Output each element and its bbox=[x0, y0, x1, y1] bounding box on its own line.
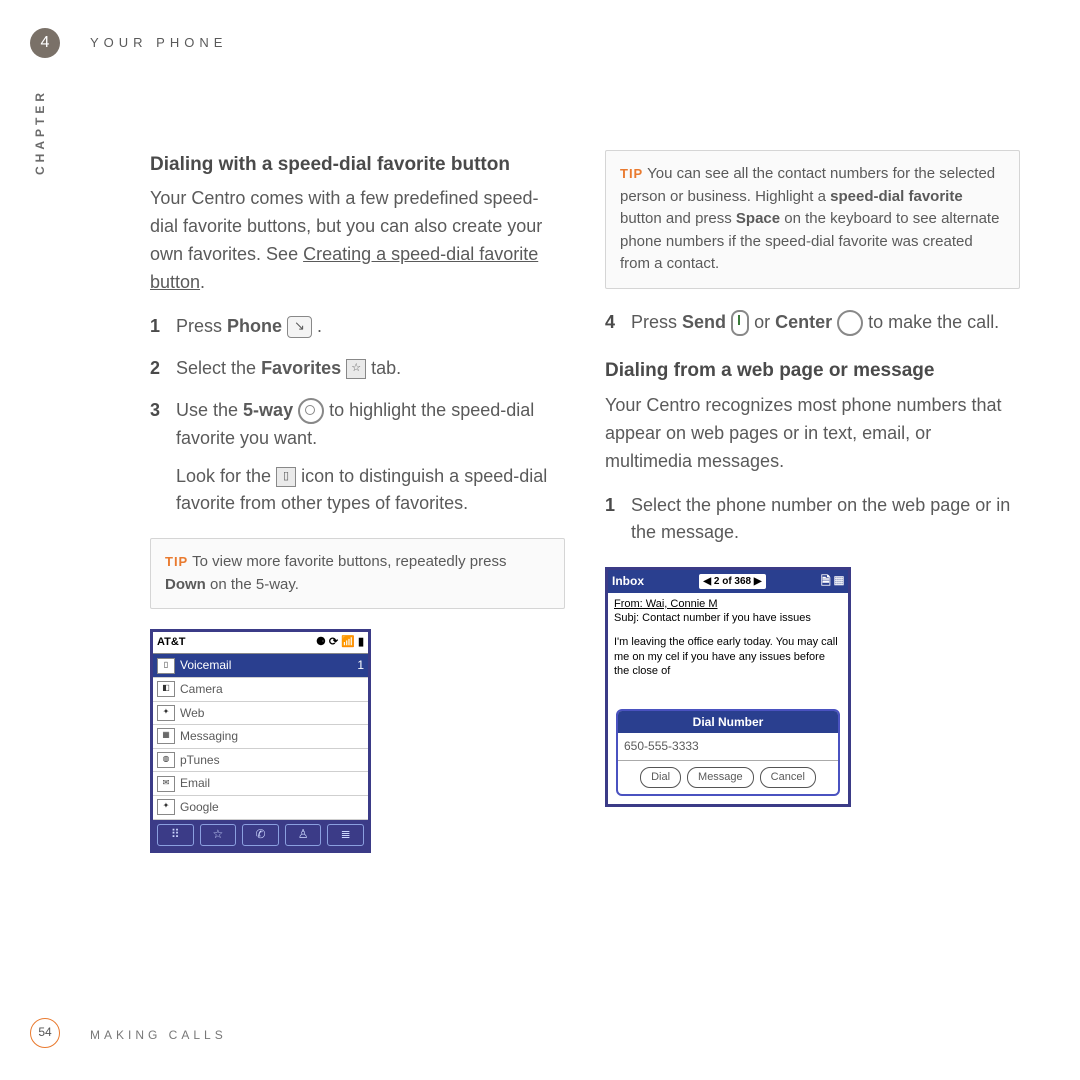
step-4: 4 Press Send or Center to make the call. bbox=[605, 309, 1020, 337]
row-num: 1 bbox=[357, 656, 364, 675]
step4-text-e: to make the call. bbox=[868, 312, 999, 332]
footer-section-title: MAKING CALLS bbox=[90, 1028, 227, 1042]
tip-bold-b: speed-dial favorite bbox=[830, 188, 963, 205]
dialpad-tab-icon: ⠿ bbox=[157, 824, 194, 846]
row-label: Web bbox=[180, 704, 204, 723]
msg-from-line: From: Wai, Connie M bbox=[614, 597, 842, 611]
menu-tab-icon: ≣ bbox=[327, 824, 364, 846]
msg-subject: Subj: Contact number if you have issues bbox=[614, 611, 842, 625]
step4-text-a: Press bbox=[631, 312, 682, 332]
chapter-title: YOUR PHONE bbox=[90, 35, 227, 50]
cancel-button[interactable]: Cancel bbox=[760, 767, 816, 788]
section-heading-webpage: Dialing from a web page or message bbox=[605, 356, 1020, 385]
shot-carrier: AT&T bbox=[157, 634, 186, 651]
shot-row: ◧ Camera bbox=[153, 678, 368, 702]
step-number: 1 bbox=[150, 313, 160, 341]
inbox-header-icons: 🗎 ▦ bbox=[821, 572, 844, 591]
chapter-side-label: CHAPTER bbox=[33, 89, 47, 175]
step4-text-c: or bbox=[754, 312, 775, 332]
send-key-icon bbox=[731, 310, 749, 336]
message-button[interactable]: Message bbox=[687, 767, 754, 788]
dial-button[interactable]: Dial bbox=[640, 767, 681, 788]
star-icon: ☆ bbox=[346, 359, 366, 379]
row-icon: ✉ bbox=[157, 776, 175, 792]
page-number: 54 bbox=[30, 1018, 60, 1048]
popup-phone-number: 650-555-3333 bbox=[618, 733, 838, 761]
shot-row: ◍ pTunes bbox=[153, 749, 368, 773]
favorites-screenshot: AT&T ⚈ ⟳ 📶 ▮ ▯ Voicemail1 ◧ Camera ✦ Web ▦ M… bbox=[150, 629, 371, 852]
five-way-icon bbox=[298, 398, 324, 424]
row-icon: ◍ bbox=[157, 752, 175, 768]
row-icon: ▦ bbox=[157, 728, 175, 744]
shot-row: ▦ Messaging bbox=[153, 725, 368, 749]
speed-dial-favorite-icon: ▯ bbox=[276, 467, 296, 487]
row-label: Voicemail bbox=[180, 656, 357, 675]
step-2: 2 Select the Favorites ☆ tab. bbox=[150, 355, 565, 383]
tip-box-right: TIP You can see all the contact numbers … bbox=[605, 150, 1020, 289]
step4-send-label: Send bbox=[682, 312, 726, 332]
step-number: 1 bbox=[605, 492, 615, 520]
step3-look-a: Look for the bbox=[176, 466, 276, 486]
inbox-label: Inbox bbox=[612, 572, 644, 591]
step1-text-c: . bbox=[312, 316, 322, 336]
shot-row: ✦ Web bbox=[153, 702, 368, 726]
tip-down-label: Down bbox=[165, 576, 206, 593]
intro-paragraph: Your Centro comes with a few predefined … bbox=[150, 185, 565, 297]
row-icon: ✦ bbox=[157, 799, 175, 815]
center-key-icon bbox=[837, 310, 863, 336]
step-1: 1 Press Phone ↘ . bbox=[150, 313, 565, 341]
row-icon: ▯ bbox=[157, 658, 175, 674]
step4-center-label: Center bbox=[775, 312, 832, 332]
step2-text-a: Select the bbox=[176, 358, 261, 378]
inbox-counter: ◀ 2 of 368 ▶ bbox=[699, 574, 765, 590]
tip-label: TIP bbox=[620, 166, 643, 181]
popup-title: Dial Number bbox=[618, 711, 838, 734]
step-number: 4 bbox=[605, 309, 615, 337]
row-label: Email bbox=[180, 774, 210, 793]
right-step-1: 1 Select the phone number on the web pag… bbox=[605, 492, 1020, 548]
row-label: Messaging bbox=[180, 727, 238, 746]
step1-phone-label: Phone bbox=[227, 316, 282, 336]
step2-favorites-label: Favorites bbox=[261, 358, 341, 378]
shot-row: ✉ Email bbox=[153, 772, 368, 796]
tip-text-c: on the 5-way. bbox=[206, 576, 299, 593]
tip-box-left: TIP To view more favorite buttons, repea… bbox=[150, 538, 565, 609]
shot-row-voicemail: ▯ Voicemail1 bbox=[153, 654, 368, 678]
shot-status-icons: ⚈ ⟳ 📶 ▮ bbox=[316, 634, 364, 651]
row-icon: ◧ bbox=[157, 681, 175, 697]
step2-text-c: tab. bbox=[371, 358, 401, 378]
shot-row: ✦ Google bbox=[153, 796, 368, 820]
step-number: 2 bbox=[150, 355, 160, 383]
row-icon: ✦ bbox=[157, 705, 175, 721]
dial-popup: Dial Number 650-555-3333 Dial Message Ca… bbox=[616, 709, 840, 796]
favorites-tab-icon: ☆ bbox=[200, 824, 237, 846]
row-label: Google bbox=[180, 798, 219, 817]
step-number: 3 bbox=[150, 397, 160, 425]
tip-bold-d: Space bbox=[736, 210, 780, 227]
msg-body: I'm leaving the office early today. You … bbox=[614, 635, 842, 678]
step-3: 3 Use the 5-way to highlight the speed-d… bbox=[150, 397, 565, 519]
tip-text-a: To view more favorite buttons, repeatedl… bbox=[188, 553, 506, 570]
tip-label: TIP bbox=[165, 554, 188, 569]
shot-tabs: ⠿ ☆ ✆ ♙ ≣ bbox=[153, 820, 368, 850]
inbox-screenshot: Inbox ◀ 2 of 368 ▶ 🗎 ▦ From: Wai, Connie… bbox=[605, 567, 851, 807]
step3-text-a: Use the bbox=[176, 400, 243, 420]
section-heading-speed-dial: Dialing with a speed-dial favorite butto… bbox=[150, 150, 565, 179]
phone-key-icon: ↘ bbox=[287, 316, 312, 338]
step1-text-a: Press bbox=[176, 316, 227, 336]
row-label: Camera bbox=[180, 680, 223, 699]
chapter-number-badge: 4 bbox=[30, 28, 60, 58]
call-log-tab-icon: ✆ bbox=[242, 824, 279, 846]
step3-5way-label: 5-way bbox=[243, 400, 293, 420]
row-label: pTunes bbox=[180, 751, 220, 770]
intro-text-post: . bbox=[200, 272, 205, 292]
contacts-tab-icon: ♙ bbox=[285, 824, 322, 846]
tip-text-c: button and press bbox=[620, 210, 736, 227]
r1-text: Select the phone number on the web page … bbox=[631, 495, 1010, 543]
intro2-paragraph: Your Centro recognizes most phone number… bbox=[605, 392, 1020, 476]
